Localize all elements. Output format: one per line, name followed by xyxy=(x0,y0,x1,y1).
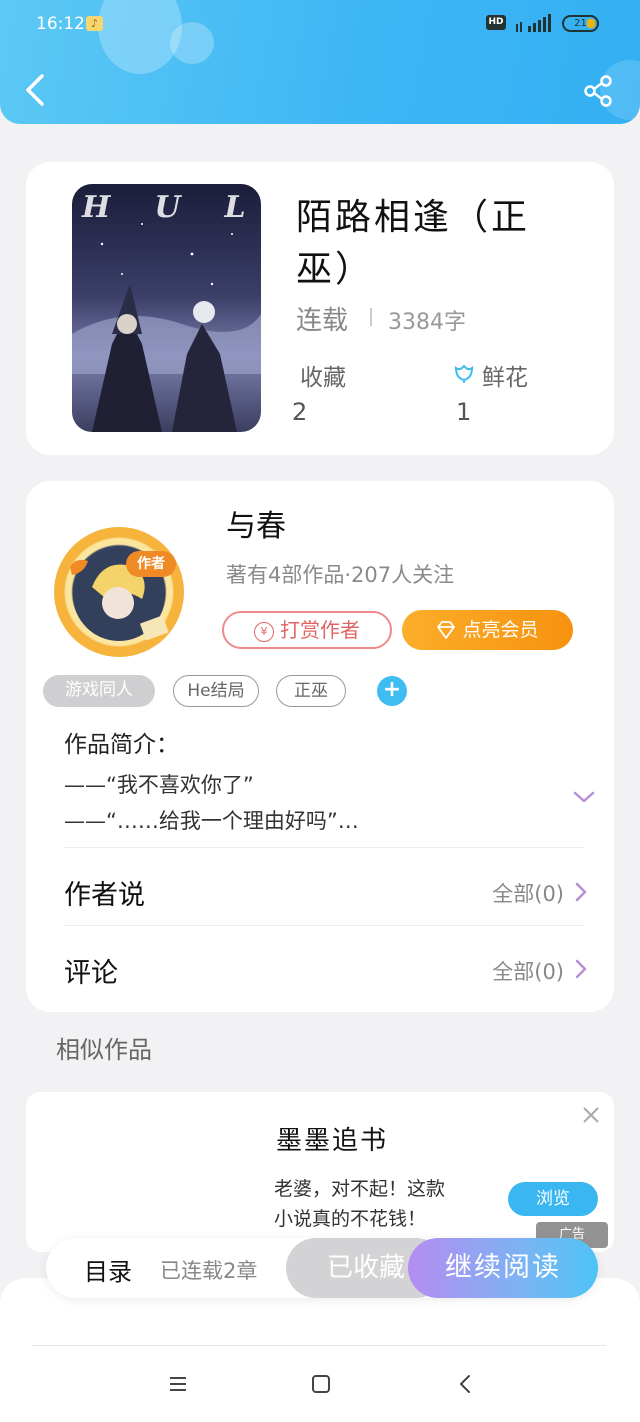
ad-title: 墨墨追书 xyxy=(276,1126,389,1156)
nav-divider xyxy=(32,1345,606,1346)
author-says-link: 全部(0) xyxy=(492,882,564,906)
back-arrow-icon[interactable] xyxy=(20,72,52,108)
tag-item[interactable]: 正巫 xyxy=(276,675,346,707)
author-meta: 著有4部作品·207人关注 xyxy=(226,563,455,587)
author-avatar[interactable]: 作者 xyxy=(54,527,184,657)
diamond-icon xyxy=(437,621,456,639)
flower-icon[interactable] xyxy=(452,360,476,384)
top-header: 16:12 ♪ HD 21 xyxy=(0,0,640,124)
book-title-line: 巫） xyxy=(296,249,375,290)
divider xyxy=(64,847,584,848)
flower-count: 1 xyxy=(456,398,472,426)
ad-text: 老婆，对不起！这款 xyxy=(274,1178,446,1200)
tag-item[interactable]: He结局 xyxy=(173,675,259,707)
bottom-action-bar: 目录 已连载2章 已收藏 继续阅读 xyxy=(46,1238,598,1298)
status-separator xyxy=(370,308,372,326)
comments-link: 全部(0) xyxy=(492,960,564,984)
book-title-line: 陌路相逢（正 xyxy=(296,197,531,238)
collect-count: 2 xyxy=(292,398,308,426)
intro-line: ——“……给我一个理由好吗”… xyxy=(64,809,359,833)
author-badge: 作者 xyxy=(126,551,176,577)
flower-label[interactable]: 鲜花 xyxy=(482,358,528,392)
chevron-right-icon xyxy=(575,882,587,902)
word-count: 3384字 xyxy=(388,310,466,335)
author-card: 作者 与春 著有4部作品·207人关注 ¥ 打赏作者 点亮会员 游戏同人 He结局… xyxy=(26,481,614,1012)
book-title: 陌路相逢（正 巫） xyxy=(296,192,586,296)
music-notification-icon: ♪ xyxy=(86,16,103,31)
ad-text: 小说真的不花钱！ xyxy=(274,1208,427,1230)
tag-item[interactable]: 游戏同人 xyxy=(43,675,155,707)
hd-icon: HD xyxy=(486,15,506,30)
intro-label: 作品简介： xyxy=(64,732,179,758)
decorative-bubble xyxy=(98,0,182,74)
similar-works-title: 相似作品 xyxy=(56,1036,152,1064)
menu-icon[interactable] xyxy=(166,1372,190,1396)
tip-author-button[interactable]: ¥ 打赏作者 xyxy=(222,611,392,649)
intro-line: ——“我不喜欢你了” xyxy=(64,773,254,797)
comments-label: 评论 xyxy=(64,958,118,989)
author-says-label: 作者说 xyxy=(64,880,145,911)
share-icon[interactable] xyxy=(582,74,614,108)
avatar-illustration xyxy=(70,549,169,641)
divider xyxy=(64,925,584,926)
continue-reading-button[interactable]: 继续阅读 xyxy=(408,1238,598,1298)
add-tag-button[interactable]: + xyxy=(377,676,407,706)
vip-label: 点亮会员 xyxy=(462,619,539,641)
book-info-card: HUL 陌路相逢（正 巫） 连载 3384字 收藏 2 鲜花 1 xyxy=(26,162,614,455)
home-icon[interactable] xyxy=(309,1372,333,1396)
close-icon[interactable] xyxy=(582,1106,600,1124)
ad-card[interactable]: 墨墨追书 老婆，对不起！这款 小说真的不花钱！ 浏览 广告 xyxy=(26,1092,614,1252)
battery-icon: 21 xyxy=(562,15,599,32)
ad-browse-button[interactable]: 浏览 xyxy=(508,1182,598,1216)
chevron-down-icon[interactable] xyxy=(572,789,596,805)
vip-button[interactable]: 点亮会员 xyxy=(402,610,573,650)
back-icon[interactable] xyxy=(454,1372,478,1396)
decorative-bubble xyxy=(170,22,214,64)
cover-title-text: HUL xyxy=(82,190,246,225)
yen-icon: ¥ xyxy=(254,622,274,642)
book-cover[interactable]: HUL xyxy=(72,184,261,432)
author-name[interactable]: 与春 xyxy=(226,501,286,545)
signal-icon xyxy=(516,14,551,32)
collect-label: 收藏 xyxy=(300,365,346,391)
book-status: 连载 xyxy=(296,306,349,336)
bottom-panel xyxy=(0,1278,640,1422)
tip-author-label: 打赏作者 xyxy=(280,618,360,642)
toc-button[interactable]: 目录 xyxy=(84,1252,132,1287)
chapter-count[interactable]: 已连载2章 xyxy=(160,1255,257,1285)
chevron-right-icon xyxy=(575,959,587,979)
status-time: 16:12 xyxy=(36,14,85,34)
